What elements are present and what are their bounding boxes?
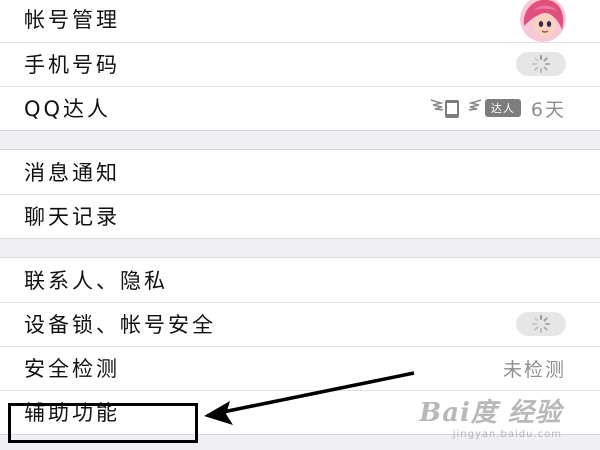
settings-row-phone-number[interactable]: 手机号码 bbox=[0, 42, 600, 86]
row-label: QQ达人 bbox=[24, 97, 112, 121]
settings-row-contacts-privacy[interactable]: 联系人、隐私 bbox=[0, 258, 600, 302]
loading-spinner-icon bbox=[516, 52, 566, 76]
row-label: 辅助功能 bbox=[24, 401, 120, 425]
settings-row-accessibility[interactable]: 辅助功能 bbox=[0, 390, 600, 434]
settings-row-qq-daren[interactable]: QQ达人 达人 6天 bbox=[0, 86, 600, 130]
row-label: 安全检测 bbox=[24, 357, 120, 381]
account-group: 帐号管理 手机号码 QQ达人 达人 6天 bbox=[0, 0, 600, 131]
row-label: 帐号管理 bbox=[24, 8, 120, 32]
settings-row-security-check[interactable]: 安全检测 未检测 bbox=[0, 346, 600, 390]
notification-group: 消息通知 聊天记录 bbox=[0, 149, 600, 239]
privacy-group: 联系人、隐私 设备锁、帐号安全 安全检测 未检测 辅助功能 bbox=[0, 257, 600, 435]
avatar[interactable] bbox=[520, 0, 566, 42]
row-value: 6天 bbox=[530, 98, 566, 121]
row-label: 聊天记录 bbox=[24, 205, 120, 229]
row-label: 手机号码 bbox=[24, 53, 120, 77]
qq-daren-badge: 达人 bbox=[429, 96, 521, 120]
row-value: 未检测 bbox=[502, 358, 566, 381]
settings-row-account-management[interactable]: 帐号管理 bbox=[0, 0, 600, 42]
badge-label: 达人 bbox=[484, 99, 521, 117]
row-label: 设备锁、帐号安全 bbox=[24, 313, 216, 337]
settings-row-chat-history[interactable]: 聊天记录 bbox=[0, 194, 600, 238]
row-label: 联系人、隐私 bbox=[24, 269, 168, 293]
qq-daren-phone-wings-icon bbox=[430, 99, 482, 118]
settings-row-message-notification[interactable]: 消息通知 bbox=[0, 150, 600, 194]
settings-row-device-lock-security[interactable]: 设备锁、帐号安全 bbox=[0, 302, 600, 346]
settings-screen: 帐号管理 手机号码 QQ达人 达人 6天 消息通知 聊天记录 联系人、隐私 设备… bbox=[0, 0, 600, 450]
row-label: 消息通知 bbox=[24, 161, 120, 185]
loading-spinner-icon bbox=[516, 312, 566, 336]
